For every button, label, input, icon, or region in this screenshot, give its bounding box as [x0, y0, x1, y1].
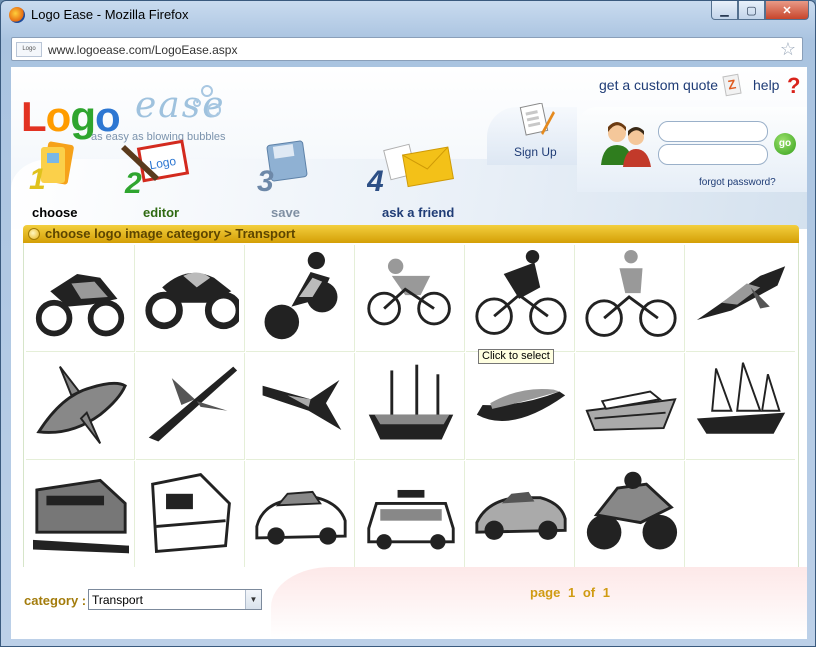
high-speed-train-icon[interactable]	[33, 465, 129, 561]
cruiser-motorcycle-icon[interactable]	[143, 249, 239, 345]
page-current[interactable]: 1	[568, 585, 575, 600]
image-cell[interactable]	[246, 353, 355, 460]
quote-icon[interactable]: Z	[722, 73, 742, 97]
step-ask-friend[interactable]: 4 ask a friend	[367, 137, 467, 221]
svg-text:4: 4	[367, 165, 384, 198]
page-label: page	[530, 585, 561, 600]
forgot-password-link[interactable]: forgot password?	[699, 177, 776, 188]
tooltip: Click to select	[478, 349, 554, 364]
coupe-car-icon[interactable]	[473, 465, 569, 561]
category-breadcrumb: choose logo image category > Transport	[45, 226, 296, 241]
step-editor[interactable]: Logo 2 editor	[119, 137, 199, 221]
password-field[interactable]	[658, 144, 768, 165]
maximize-button[interactable]: ▢	[738, 1, 765, 20]
category-select-value[interactable]: Transport	[92, 593, 143, 607]
browser-window: Logo Ease - Mozilla Firefox ▁ ▢ ✕ Logo w…	[0, 0, 816, 647]
jet-plane-icon[interactable]	[693, 249, 789, 345]
page-footer: category : Transport ▼ page 1 of 1	[11, 567, 807, 639]
address-bar[interactable]: Logo www.logoease.com/LogoEase.aspx ☆	[11, 37, 803, 61]
motorcycle-icon[interactable]	[583, 465, 679, 561]
image-cell[interactable]	[466, 245, 575, 352]
close-button[interactable]: ✕	[765, 1, 809, 20]
sport-motorcycle-icon[interactable]	[33, 249, 129, 345]
image-cell[interactable]	[576, 353, 685, 460]
help-link[interactable]: help	[753, 77, 779, 93]
image-cell[interactable]	[26, 245, 135, 352]
firefox-icon	[9, 7, 25, 23]
pagination: page 1 of 1	[530, 585, 614, 600]
image-cell[interactable]	[576, 461, 685, 568]
bubbles-icon	[193, 85, 223, 125]
site-header: Logo ease as easy as blowing bubbles get…	[11, 67, 807, 229]
cyclist-icon[interactable]	[363, 249, 459, 345]
choose-step-icon: 1	[29, 141, 74, 196]
sports-car-icon[interactable]	[253, 465, 349, 561]
url-text[interactable]: www.logoease.com/LogoEase.aspx	[48, 43, 237, 57]
image-cell[interactable]	[26, 461, 135, 568]
category-header-bar: choose logo image category > Transport	[23, 225, 799, 243]
cruise-ship-icon[interactable]	[583, 357, 679, 453]
category-select[interactable]: Transport ▼	[88, 589, 262, 610]
editor-step-icon: Logo 2	[121, 139, 190, 199]
tall-ship-icon[interactable]	[693, 357, 789, 453]
signup-form-icon[interactable]	[515, 103, 555, 139]
image-cell[interactable]	[686, 353, 795, 460]
image-cell[interactable]	[356, 461, 465, 568]
signup-link[interactable]: Sign Up	[514, 145, 557, 159]
image-cell[interactable]	[466, 461, 575, 568]
svg-text:2: 2	[124, 167, 142, 199]
save-step-icon: 3	[257, 140, 308, 198]
step-editor-label[interactable]: editor	[143, 205, 179, 220]
bullet-icon	[28, 228, 40, 240]
image-cell[interactable]	[136, 245, 245, 352]
category-label: category :	[24, 593, 87, 608]
image-grid	[23, 243, 799, 568]
image-cell[interactable]	[356, 353, 465, 460]
sailing-ship-icon[interactable]	[363, 357, 459, 453]
motorcycle-rider-icon[interactable]	[253, 249, 349, 345]
image-cell[interactable]	[246, 245, 355, 352]
minimize-button[interactable]: ▁	[711, 1, 738, 20]
page-total[interactable]: 1	[603, 585, 610, 600]
image-cell[interactable]	[466, 353, 575, 460]
title-bar: Logo Ease - Mozilla Firefox ▁ ▢ ✕	[1, 1, 815, 29]
empty-cell	[686, 461, 795, 568]
custom-quote-link[interactable]: get a custom quote	[599, 77, 718, 93]
chevron-down-icon[interactable]: ▼	[245, 590, 261, 609]
police-car-icon[interactable]	[363, 465, 459, 561]
step-choose-label[interactable]: choose	[32, 205, 78, 220]
airliner-icon[interactable]	[143, 357, 239, 453]
step-save-label[interactable]: save	[271, 205, 300, 220]
step-save[interactable]: 3 save	[255, 137, 315, 221]
image-cell[interactable]	[136, 461, 245, 568]
image-cell[interactable]	[246, 461, 355, 568]
login-go-button[interactable]: go	[774, 133, 796, 155]
locomotive-icon[interactable]	[143, 465, 239, 561]
bicycle-rider-icon[interactable]	[583, 249, 679, 345]
window-title: Logo Ease - Mozilla Firefox	[31, 7, 189, 22]
envelope-step-icon: 4	[367, 143, 454, 198]
image-cell[interactable]	[26, 353, 135, 460]
step-ask-friend-label[interactable]: ask a friend	[382, 205, 454, 220]
page-content: Logo ease as easy as blowing bubbles get…	[11, 67, 807, 639]
page-of: of	[582, 585, 596, 600]
svg-text:1: 1	[29, 163, 46, 196]
fighter-jet-icon[interactable]	[253, 357, 349, 453]
image-cell[interactable]	[576, 245, 685, 352]
cartoon-airplane-icon[interactable]	[33, 357, 129, 453]
speedboat-icon[interactable]	[473, 357, 569, 453]
svg-text:3: 3	[257, 165, 274, 198]
road-cyclist-icon[interactable]	[473, 249, 569, 345]
username-field[interactable]	[658, 121, 768, 142]
site-favicon: Logo	[16, 42, 42, 57]
help-question-icon[interactable]: ?	[787, 73, 800, 99]
image-cell[interactable]	[136, 353, 245, 460]
step-choose[interactable]: 1 choose	[29, 137, 89, 221]
image-cell[interactable]	[356, 245, 465, 352]
bookmark-star-icon[interactable]: ☆	[780, 39, 796, 60]
users-icon	[601, 122, 651, 167]
image-cell[interactable]	[686, 245, 795, 352]
